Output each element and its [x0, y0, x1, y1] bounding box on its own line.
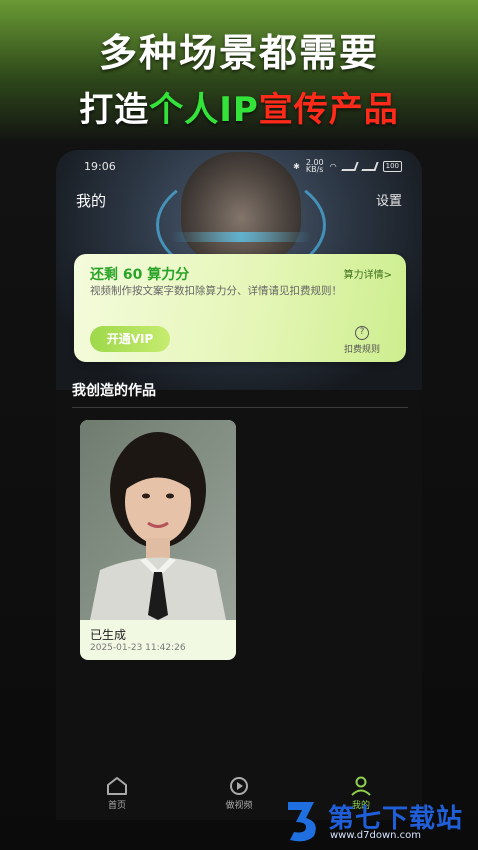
- battery-icon: 100: [382, 160, 402, 172]
- tab-home[interactable]: 首页: [77, 776, 157, 811]
- question-circle-icon: ?: [355, 326, 369, 340]
- status-icons: ✱ 2.00 KB/s ◠ 100: [293, 158, 402, 174]
- tab-make-video[interactable]: 做视频: [199, 776, 279, 811]
- watermark-url: www.d7down.com: [330, 830, 422, 841]
- site-watermark: 第七下载站 www.d7down.com: [284, 794, 474, 846]
- bluetooth-icon: ✱: [293, 161, 300, 171]
- net-speed: 2.00 KB/s: [305, 158, 324, 174]
- open-vip-button[interactable]: 开通VIP: [90, 326, 170, 352]
- promo-subhead-part1: 打造: [79, 90, 150, 130]
- status-bar: 19:06 ✱ 2.00 KB/s ◠ 100: [56, 158, 422, 174]
- power-balance: 还剩 60 算力分: [90, 267, 190, 283]
- promo-headline: 多种场景都需要: [98, 31, 379, 75]
- power-details-link[interactable]: 算力详情>: [344, 266, 392, 281]
- status-time: 19:06: [84, 159, 116, 173]
- signal-icon: [340, 161, 359, 171]
- site-logo-icon: [288, 802, 316, 842]
- wifi-icon: ◠: [329, 161, 337, 171]
- video-play-icon: [230, 776, 248, 795]
- billing-rules-button[interactable]: ? 扣费规则: [332, 326, 392, 355]
- promo-subhead: 打造个人IP宣传产品: [0, 82, 478, 131]
- work-timestamp: 2025-01-23 11:42:26: [90, 643, 186, 653]
- work-item-card[interactable]: 已生成 2025-01-23 11:42:26: [80, 420, 236, 660]
- tab-make-video-label: 做视频: [225, 800, 253, 811]
- power-description: 视频制作按文案字数扣除算力分、详情请见扣费规则！: [90, 285, 342, 297]
- works-section-title: 我创造的作品: [72, 383, 156, 399]
- signal-icon-2: [360, 161, 379, 171]
- home-icon: [107, 776, 127, 795]
- settings-button[interactable]: 设置: [376, 190, 402, 211]
- billing-rules-label: 扣费规则: [343, 345, 380, 355]
- promo-subhead-part3: 宣传产品: [258, 90, 399, 130]
- power-card: 还剩 60 算力分 算力详情> 视频制作按文案字数扣除算力分、详情请见扣费规则！…: [74, 254, 406, 362]
- tab-home-label: 首页: [107, 800, 126, 811]
- user-icon: [351, 776, 371, 796]
- phone-screen: 19:06 ✱ 2.00 KB/s ◠ 100 我的 设置 还剩 60 算力分 …: [56, 150, 422, 820]
- page-title: 我的: [76, 192, 107, 210]
- top-nav: 我的 设置: [56, 190, 422, 211]
- work-thumbnail-image: [80, 420, 236, 620]
- work-status: 已生成: [90, 628, 127, 642]
- promo-subhead-part2: 个人IP: [149, 90, 259, 130]
- scan-line-decoration: [171, 232, 311, 242]
- section-divider: [72, 407, 408, 408]
